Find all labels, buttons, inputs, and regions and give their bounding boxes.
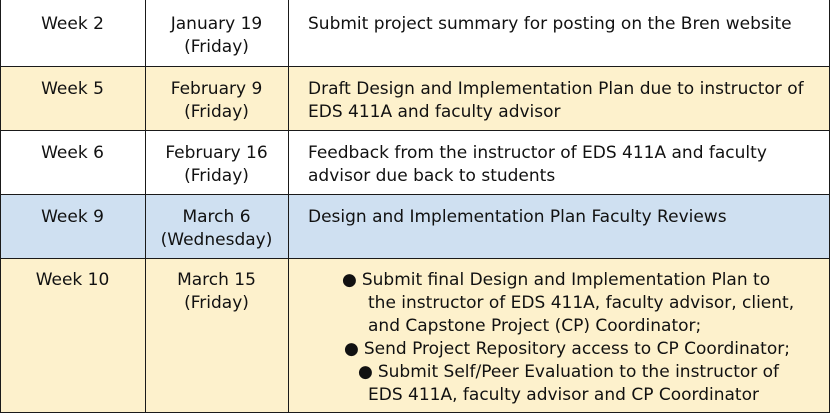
- date-text: March 6: [182, 207, 251, 227]
- bullet-dot: ●: [358, 362, 373, 382]
- day-text: (Friday): [184, 102, 249, 122]
- table-row: Week 6 February 16 (Friday) Feedback fro…: [0, 131, 830, 195]
- description-cell: Draft Design and Implementation Plan due…: [308, 78, 808, 124]
- list-item-continuation: EDS 411A, faculty advisor and CP Coordin…: [368, 385, 759, 405]
- day-text: (Friday): [184, 166, 249, 186]
- bullet-text: Submit final Design and Implementation P…: [361, 270, 771, 290]
- bullet-text: Send Project Repository access to CP Coo…: [363, 339, 790, 359]
- date-cell: February 16 (Friday): [145, 142, 288, 188]
- table-row: Week 10 March 15 (Friday) ● Submit final …: [0, 259, 830, 413]
- description-cell: Feedback from the instructor of EDS 411A…: [308, 142, 808, 188]
- week-cell: Week 10: [35, 270, 110, 290]
- list-item: ● Submit Self/Peer Evaluation to the inst…: [290, 361, 830, 384]
- description-line: advisor due back to students: [308, 166, 556, 186]
- day-text: (Friday): [184, 293, 249, 313]
- date-text: February 16: [165, 143, 268, 163]
- table-row: Week 9 March 6 (Wednesday) Design and Im…: [0, 195, 830, 259]
- date-text: January 19: [170, 14, 263, 34]
- bullet-list: ● Submit final Design and Implementation …: [290, 269, 830, 407]
- date-cell: February 9 (Friday): [145, 78, 288, 124]
- date-text: March 15: [177, 270, 256, 290]
- table-row: Week 5 February 9 (Friday) Draft Design …: [0, 67, 830, 131]
- bullet-dot: ●: [344, 339, 359, 359]
- date-cell: January 19 (Friday): [145, 13, 288, 59]
- bullet-text: Submit Self/Peer Evaluation to the instr…: [377, 362, 780, 382]
- list-item-continuation: and Capstone Project (CP) Coordinator;: [368, 316, 702, 336]
- description-line: Submit project summary for posting on th…: [308, 14, 792, 34]
- description-cell: Submit project summary for posting on th…: [308, 13, 808, 36]
- description-line: Feedback from the instructor of EDS 411A…: [308, 143, 767, 163]
- week-cell: Week 9: [41, 207, 104, 227]
- description-line: EDS 411A and faculty advisor: [308, 102, 561, 122]
- date-cell: March 6 (Wednesday): [145, 206, 288, 252]
- description-line: Design and Implementation Plan Faculty R…: [308, 207, 727, 227]
- date-cell: March 15 (Friday): [145, 269, 288, 315]
- day-text: (Friday): [184, 37, 249, 57]
- list-item-continuation: the instructor of EDS 411A, faculty advi…: [368, 293, 795, 313]
- list-item: ● Send Project Repository access to CP Co…: [290, 338, 830, 361]
- week-cell: Week 5: [41, 79, 104, 99]
- date-text: February 9: [170, 79, 263, 99]
- schedule-table: Week 2 January 19 (Friday) Submit projec…: [0, 0, 830, 417]
- bullet-dot: ●: [342, 270, 357, 290]
- week-cell: Week 2: [41, 14, 104, 34]
- description-cell: Design and Implementation Plan Faculty R…: [308, 206, 808, 229]
- day-text: (Wednesday): [160, 230, 273, 250]
- description-line: Draft Design and Implementation Plan due…: [308, 79, 804, 99]
- table-row: Week 2 January 19 (Friday) Submit projec…: [0, 0, 830, 67]
- list-item: ● Submit final Design and Implementation …: [290, 269, 830, 292]
- week-cell: Week 6: [41, 143, 104, 163]
